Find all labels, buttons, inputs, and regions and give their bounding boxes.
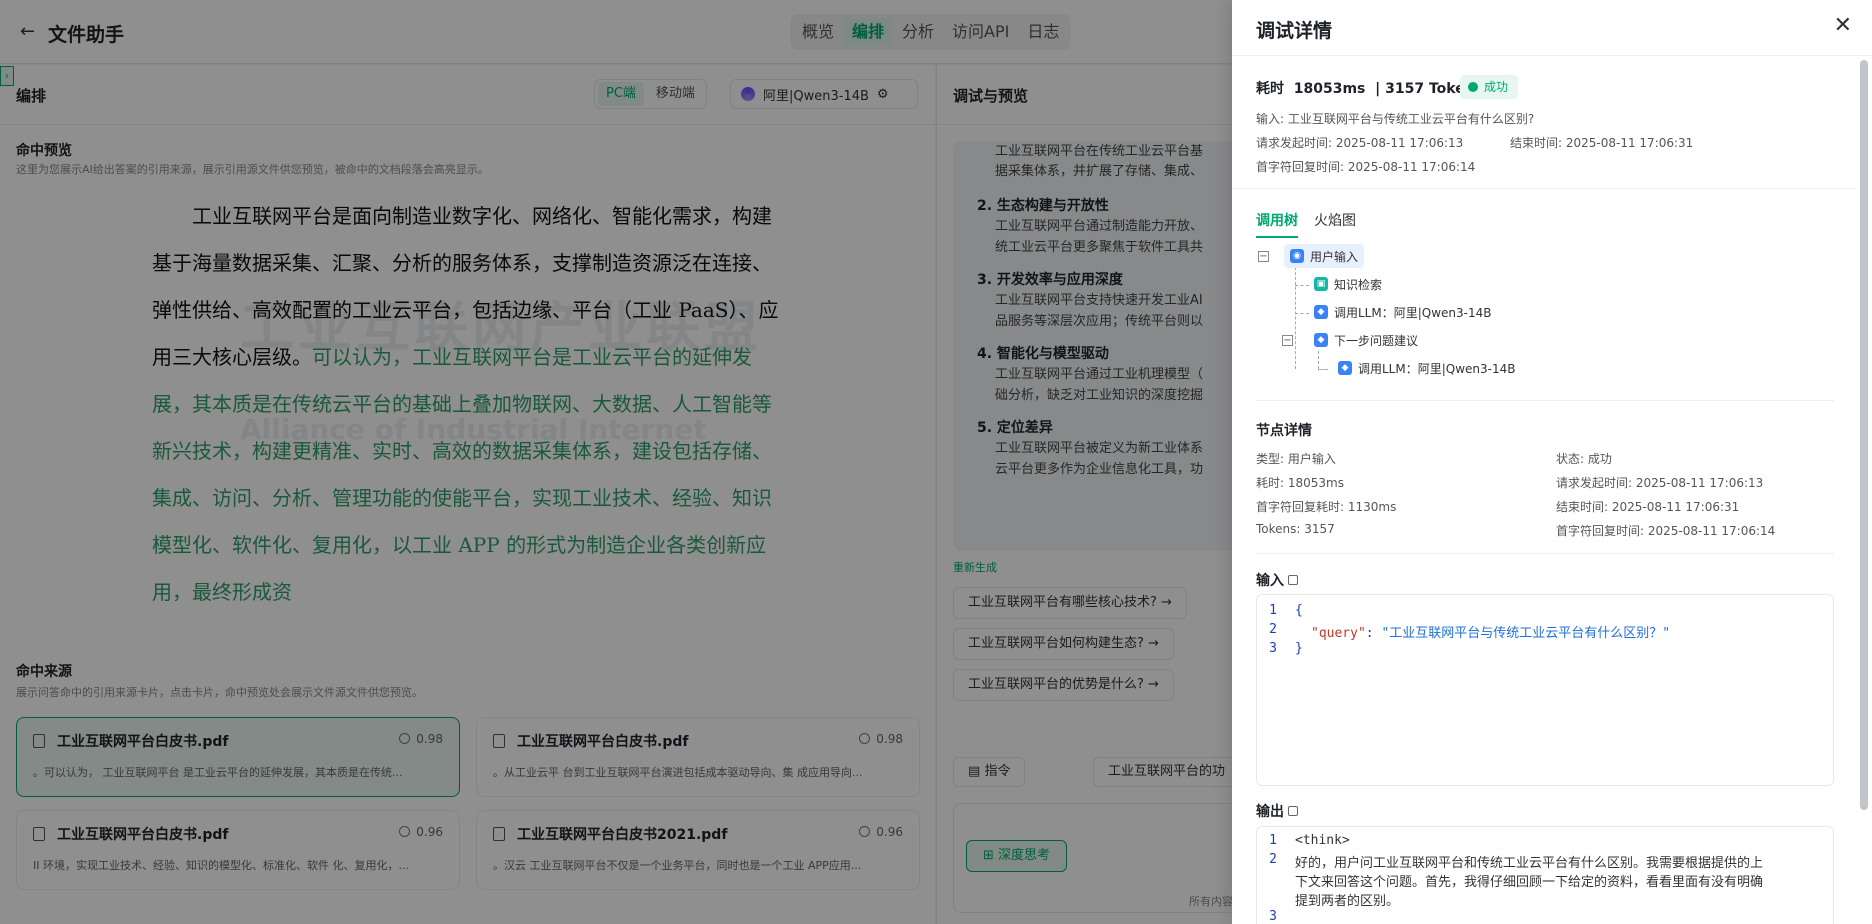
tree-node-llm[interactable]: ◆ 调用LLM：阿里|Qwen3-14B bbox=[1332, 356, 1521, 380]
first-char-time: 首字符回复时间: 2025-08-11 17:06:14 bbox=[1256, 160, 1476, 174]
drawer-tabs: 调用树 火焰图 bbox=[1256, 210, 1356, 238]
json-value: "工业互联网平台与传统工业云平台有什么区别？" bbox=[1381, 626, 1671, 641]
line-number: 3 bbox=[1269, 909, 1277, 924]
line-number: 2 bbox=[1269, 852, 1277, 867]
node-label: 调用LLM：阿里|Qwen3-14B bbox=[1358, 361, 1516, 376]
modal-overlay[interactable] bbox=[0, 0, 1232, 924]
node-elapsed: 耗时: 18053ms bbox=[1256, 476, 1344, 490]
code-line: { bbox=[1295, 603, 1303, 618]
node-detail-title: 节点详情 bbox=[1256, 423, 1312, 439]
node-first-char: 首字符回复耗时: 1130ms bbox=[1256, 500, 1397, 514]
node-type: 类型: 用户输入 bbox=[1256, 452, 1336, 466]
input-code-block: 1 2 3 { "query": "工业互联网平台与传统工业云平台有什么区别？"… bbox=[1256, 594, 1834, 786]
line-number: 1 bbox=[1269, 833, 1277, 848]
output-section-title: 输出 bbox=[1256, 801, 1298, 821]
metrics-summary: 耗时 18053ms | 3157 Tokens bbox=[1256, 81, 1484, 97]
tree-line bbox=[1295, 267, 1296, 369]
code-line: "query": "工业互联网平台与传统工业云平台有什么区别？" bbox=[1311, 626, 1671, 641]
tree-line bbox=[1318, 369, 1328, 370]
node-request-time: 请求发起时间: 2025-08-11 17:06:13 bbox=[1556, 476, 1764, 490]
drawer-title: 调试详情 bbox=[1256, 20, 1333, 42]
node-label: 调用LLM：阿里|Qwen3-14B bbox=[1334, 305, 1492, 320]
json-key: "query" bbox=[1311, 626, 1366, 641]
input-title: 输入 bbox=[1256, 573, 1284, 589]
status-badge: 成功 bbox=[1460, 75, 1519, 99]
node-end-time: 结束时间: 2025-08-11 17:06:31 bbox=[1556, 500, 1740, 514]
divider bbox=[1256, 553, 1834, 554]
end-time: 结束时间: 2025-08-11 17:06:31 bbox=[1510, 136, 1694, 150]
code-line: <think> bbox=[1295, 833, 1350, 848]
tree-node-knowledge[interactable]: ▣ 知识检索 bbox=[1308, 272, 1388, 296]
cube-icon: ◆ bbox=[1314, 305, 1328, 319]
output-title: 输出 bbox=[1256, 804, 1284, 820]
collapse-icon[interactable]: − bbox=[1258, 251, 1269, 262]
debug-detail-drawer: 调试详情 ✕ 耗时 18053ms | 3157 Tokens 成功 输入: 工… bbox=[1232, 0, 1872, 924]
node-label: 下一步问题建议 bbox=[1334, 333, 1419, 348]
node-icon: ◉ bbox=[1290, 249, 1304, 263]
elapsed-value: 18053ms bbox=[1293, 81, 1366, 97]
tab-flame-graph[interactable]: 火焰图 bbox=[1314, 210, 1356, 238]
tree-node-user-input[interactable]: ◉ 用户输入 bbox=[1284, 244, 1365, 268]
request-time: 请求发起时间: 2025-08-11 17:06:13 bbox=[1256, 136, 1464, 150]
drawer-header: 调试详情 ✕ bbox=[1232, 0, 1872, 56]
code-line: 下文来回答这个问题。首先，我得仔细回顾一下给定的资料，看看里面有没有明确 bbox=[1295, 875, 1764, 890]
input-line: 输入: 工业互联网平台与传统工业云平台有什么区别? bbox=[1256, 112, 1535, 126]
drawer-scrollbar[interactable] bbox=[1860, 60, 1868, 810]
tab-call-tree[interactable]: 调用树 bbox=[1256, 210, 1298, 238]
node-label: 知识检索 bbox=[1334, 277, 1383, 292]
code-line: 好的，用户问工业互联网平台和传统工业云平台有什么区别。我需要根据提供的上 bbox=[1295, 856, 1764, 871]
cube-icon: ◆ bbox=[1338, 361, 1352, 375]
node-status: 状态: 成功 bbox=[1556, 452, 1612, 466]
line-number: 1 bbox=[1269, 603, 1277, 618]
code-line: } bbox=[1295, 641, 1303, 656]
tree-node-llm[interactable]: ◆ 调用LLM：阿里|Qwen3-14B bbox=[1308, 300, 1497, 324]
divider bbox=[1256, 400, 1834, 401]
node-tokens: Tokens: 3157 bbox=[1256, 522, 1335, 536]
collapse-icon[interactable]: − bbox=[1282, 335, 1293, 346]
tree-line bbox=[1318, 351, 1319, 369]
node-first-time: 首字符回复时间: 2025-08-11 17:06:14 bbox=[1556, 524, 1776, 538]
close-icon[interactable]: ✕ bbox=[1834, 14, 1852, 38]
line-number: 2 bbox=[1269, 622, 1277, 637]
node-label: 用户输入 bbox=[1310, 249, 1359, 264]
tree-line bbox=[1295, 313, 1309, 314]
divider bbox=[1232, 188, 1856, 189]
tree-line bbox=[1295, 285, 1309, 286]
output-code-block: 1 2 3 <think> 好的，用户问工业互联网平台和传统工业云平台有什么区别… bbox=[1256, 826, 1834, 924]
copy-icon[interactable] bbox=[1288, 806, 1298, 816]
copy-icon[interactable] bbox=[1288, 575, 1298, 585]
input-section-title: 输入 bbox=[1256, 570, 1298, 590]
database-icon: ▣ bbox=[1314, 277, 1328, 291]
elapsed-label: 耗时 bbox=[1256, 81, 1284, 97]
tree-node-next-question[interactable]: ◆ 下一步问题建议 bbox=[1308, 328, 1424, 352]
line-number: 3 bbox=[1269, 641, 1277, 656]
cube-icon: ◆ bbox=[1314, 333, 1328, 347]
code-line: 提到两者的区别。 bbox=[1295, 894, 1400, 909]
